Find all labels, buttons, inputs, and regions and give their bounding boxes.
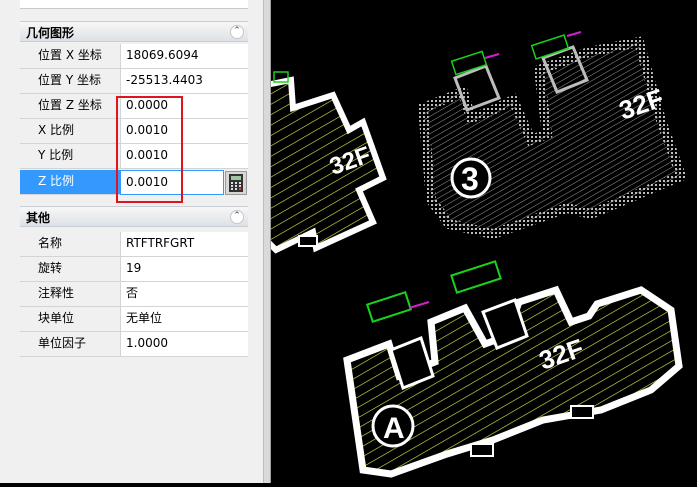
prop-value-field[interactable]: 0.0010 bbox=[120, 170, 224, 195]
section-title: 其他 bbox=[26, 211, 51, 225]
prop-value-field[interactable]: 否 bbox=[120, 282, 248, 307]
prop-label: 位置 Z 坐标 bbox=[20, 94, 120, 119]
panel-splitter[interactable] bbox=[263, 0, 271, 483]
unit-label: A bbox=[383, 412, 405, 445]
drawing-canvas[interactable]: 32F 32F 3 32F A bbox=[263, 0, 697, 483]
prop-label: X 比例 bbox=[20, 119, 120, 144]
prop-label: Z 比例 bbox=[20, 170, 120, 195]
prop-label: 位置 X 坐标 bbox=[20, 44, 120, 69]
section-title: 几何图形 bbox=[26, 26, 75, 40]
prop-value-field[interactable]: -25513.4403 bbox=[120, 69, 248, 94]
prop-value-field[interactable]: 19 bbox=[120, 257, 248, 282]
prop-label: 单位因子 bbox=[20, 332, 120, 357]
prop-label: 位置 Y 坐标 bbox=[20, 69, 120, 94]
chevron-up-icon[interactable]: ⌃ bbox=[230, 210, 244, 224]
prop-row-block-unit[interactable]: 块单位 无单位 bbox=[20, 307, 248, 332]
cad-drawing: 32F 32F 3 32F A bbox=[263, 31, 688, 478]
prop-label: 名称 bbox=[20, 232, 120, 257]
prop-value-field[interactable]: 0.0000 bbox=[120, 94, 248, 119]
section-geometry-header[interactable]: 几何图形 ⌃ bbox=[20, 21, 248, 42]
prop-row-unit-factor[interactable]: 单位因子 1.0000 bbox=[20, 332, 248, 357]
building-unit-a: 32F A bbox=[343, 260, 683, 478]
calculator-icon[interactable] bbox=[225, 171, 247, 195]
building-unit-3: 32F 3 bbox=[417, 31, 688, 240]
prop-value-field[interactable]: 1.0000 bbox=[120, 332, 248, 357]
prop-value-field[interactable]: 无单位 bbox=[120, 307, 248, 332]
unit-label: 3 bbox=[461, 161, 479, 197]
properties-panel: 几何图形 ⌃ 位置 X 坐标 18069.6094 位置 Y 坐标 -25513… bbox=[0, 0, 268, 483]
prop-label: Y 比例 bbox=[20, 144, 120, 169]
prop-value-field[interactable]: RTFTRFGRT bbox=[120, 232, 248, 257]
prop-label: 旋转 bbox=[20, 257, 120, 282]
prop-row-scale-z[interactable]: Z 比例 0.0010 bbox=[20, 170, 248, 195]
prop-value-field[interactable]: 18069.6094 bbox=[120, 44, 248, 69]
prop-row-annotative[interactable]: 注释性 否 bbox=[20, 282, 248, 307]
chevron-up-icon[interactable]: ⌃ bbox=[230, 25, 244, 39]
prop-row-scale-y[interactable]: Y 比例 0.0010 bbox=[20, 144, 248, 169]
prop-row-name[interactable]: 名称 RTFTRFGRT bbox=[20, 232, 248, 257]
building-left: 32F bbox=[263, 71, 387, 254]
prop-label: 块单位 bbox=[20, 307, 120, 332]
section-other-header[interactable]: 其他 ⌃ bbox=[20, 206, 248, 227]
prop-value-field[interactable]: 0.0010 bbox=[120, 144, 248, 169]
prop-label: 注释性 bbox=[20, 282, 120, 307]
prop-row-rotation[interactable]: 旋转 19 bbox=[20, 257, 248, 282]
prop-row-scale-x[interactable]: X 比例 0.0010 bbox=[20, 119, 248, 144]
prop-row-position-x[interactable]: 位置 X 坐标 18069.6094 bbox=[20, 44, 248, 69]
previous-row-stub bbox=[20, 0, 248, 9]
prop-row-position-y[interactable]: 位置 Y 坐标 -25513.4403 bbox=[20, 69, 248, 94]
prop-row-position-z[interactable]: 位置 Z 坐标 0.0000 bbox=[20, 94, 248, 119]
prop-value-field[interactable]: 0.0010 bbox=[120, 119, 248, 144]
